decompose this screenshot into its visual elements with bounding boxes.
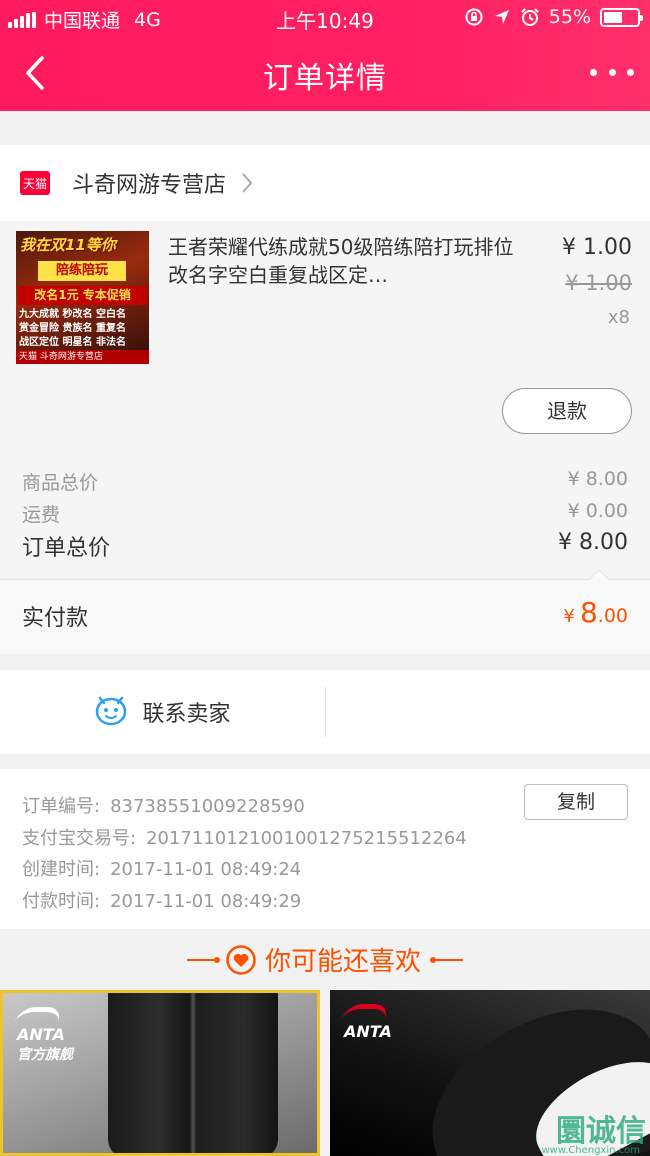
- contact-seller-button[interactable]: 联系卖家: [0, 670, 325, 754]
- paid-label: 实付款: [22, 606, 89, 631]
- shop-name: 斗奇网游专营店: [72, 173, 227, 198]
- product-quantity: x8: [607, 307, 630, 328]
- watermark-url: www.Chengxin.com: [541, 1145, 640, 1156]
- paid-time-row: 付款时间: 2017-11-01 08:49:29: [22, 887, 301, 913]
- product-price: ¥ 1.00: [562, 235, 632, 260]
- chat-bubble-icon: [96, 696, 127, 726]
- anta-logo: ANTA 官方旗舰: [14, 1007, 83, 1065]
- more-button[interactable]: [590, 54, 634, 90]
- app-header: 中国联通 4G 上午10:49 55% 订单详情: [0, 0, 650, 111]
- paid-row: 实付款 ¥ 8.00: [0, 569, 650, 654]
- contact-seller-label: 联系卖家: [142, 702, 231, 727]
- battery-percent: 55%: [548, 6, 591, 28]
- recommend-header: 你可能还喜欢: [0, 929, 650, 990]
- status-right: 55%: [464, 6, 643, 28]
- location-icon: [494, 10, 509, 24]
- paid-amount: ¥ 8.00: [563, 596, 628, 629]
- alipay-number-value: 2017110121001001275215512264: [146, 828, 467, 849]
- product-image-legs: [108, 993, 278, 1153]
- chevron-right-icon: [242, 173, 253, 193]
- thumb-banner: 陪练陪玩: [38, 261, 126, 281]
- divider-left: [186, 956, 220, 963]
- order-number-value: 83738551009228590: [110, 796, 305, 817]
- order-number-label: 订单编号:: [22, 796, 101, 817]
- divider: [325, 687, 326, 737]
- copy-button[interactable]: 复制: [524, 784, 628, 820]
- created-time-row: 创建时间: 2017-11-01 08:49:24: [22, 855, 301, 881]
- shipping-row: 运费 ¥ 0.00: [22, 500, 628, 527]
- order-total-value: ¥ 8.00: [558, 530, 628, 555]
- recommend-title: 你可能还喜欢: [264, 947, 421, 977]
- battery-icon: [600, 7, 643, 27]
- thumb-footer: 天猫 斗奇网游专营店: [16, 350, 149, 364]
- goods-total-label: 商品总价: [22, 472, 99, 494]
- product-title[interactable]: 王者荣耀代练成就50级陪练陪打玩排位改名字空白重复战区定…: [168, 233, 518, 289]
- recommend-item[interactable]: ANTA 官方旗舰: [0, 990, 320, 1156]
- paid-time-value: 2017-11-01 08:49:29: [110, 891, 302, 912]
- order-number-row: 订单编号: 83738551009228590: [22, 792, 305, 818]
- price-summary: 商品总价 ¥ 8.00 运费 ¥ 0.00 订单总价 ¥ 8.00: [0, 449, 650, 579]
- goods-total-value: ¥ 8.00: [567, 468, 628, 490]
- refund-button[interactable]: 退款: [502, 388, 632, 434]
- thumb-lines: 九大成就 秒改名 空白名 赏金冒险 贵族名 重复名 战区定位 明星名 非法名: [19, 309, 126, 348]
- more-dots-icon: [590, 68, 597, 76]
- product-item[interactable]: 我在双11等你 陪练陪玩 改名1元 专本促销 九大成就 秒改名 空白名 赏金冒险…: [0, 221, 650, 449]
- tmall-badge: 天猫: [20, 171, 50, 195]
- contact-row: 联系卖家: [0, 670, 650, 754]
- thumb-headline: 我在双11等你: [20, 236, 116, 254]
- order-total-row: 订单总价 ¥ 8.00: [22, 530, 628, 562]
- heart-icon: [226, 944, 256, 975]
- watermark-logo: 圜诚信: [556, 1114, 646, 1149]
- recommend-item[interactable]: ANTA 圜诚信 www.Chengxin.com: [330, 990, 650, 1156]
- shop-row[interactable]: 天猫 斗奇网游专营店: [0, 145, 650, 221]
- nav-bar: 订单详情: [0, 40, 650, 106]
- divider-right: [430, 956, 463, 963]
- product-thumbnail[interactable]: 我在双11等你 陪练陪玩 改名1元 专本促销 九大成就 秒改名 空白名 赏金冒险…: [16, 231, 149, 364]
- alipay-number-row: 支付宝交易号: 2017110121001001275215512264: [22, 824, 467, 850]
- goods-total-row: 商品总价 ¥ 8.00: [22, 468, 628, 495]
- order-info: 订单编号: 83738551009228590 复制 支付宝交易号: 2017110…: [0, 769, 650, 929]
- anta-logo: ANTA: [341, 1004, 410, 1062]
- product-original-price: ¥ 1.00: [565, 271, 632, 295]
- created-time-label: 创建时间:: [22, 859, 101, 880]
- status-bar: 中国联通 4G 上午10:49 55%: [0, 0, 650, 36]
- rotation-lock-icon: [465, 8, 483, 26]
- order-total-label: 订单总价: [22, 536, 111, 561]
- created-time-value: 2017-11-01 08:49:24: [110, 859, 302, 880]
- shipping-label: 运费: [22, 504, 61, 526]
- thumb-promo: 改名1元 专本促销: [18, 286, 147, 305]
- paid-time-label: 付款时间:: [22, 891, 101, 912]
- alipay-number-label: 支付宝交易号:: [22, 828, 137, 849]
- shipping-value: ¥ 0.00: [567, 500, 628, 522]
- alarm-icon: [521, 8, 539, 26]
- page-title: 订单详情: [263, 61, 387, 96]
